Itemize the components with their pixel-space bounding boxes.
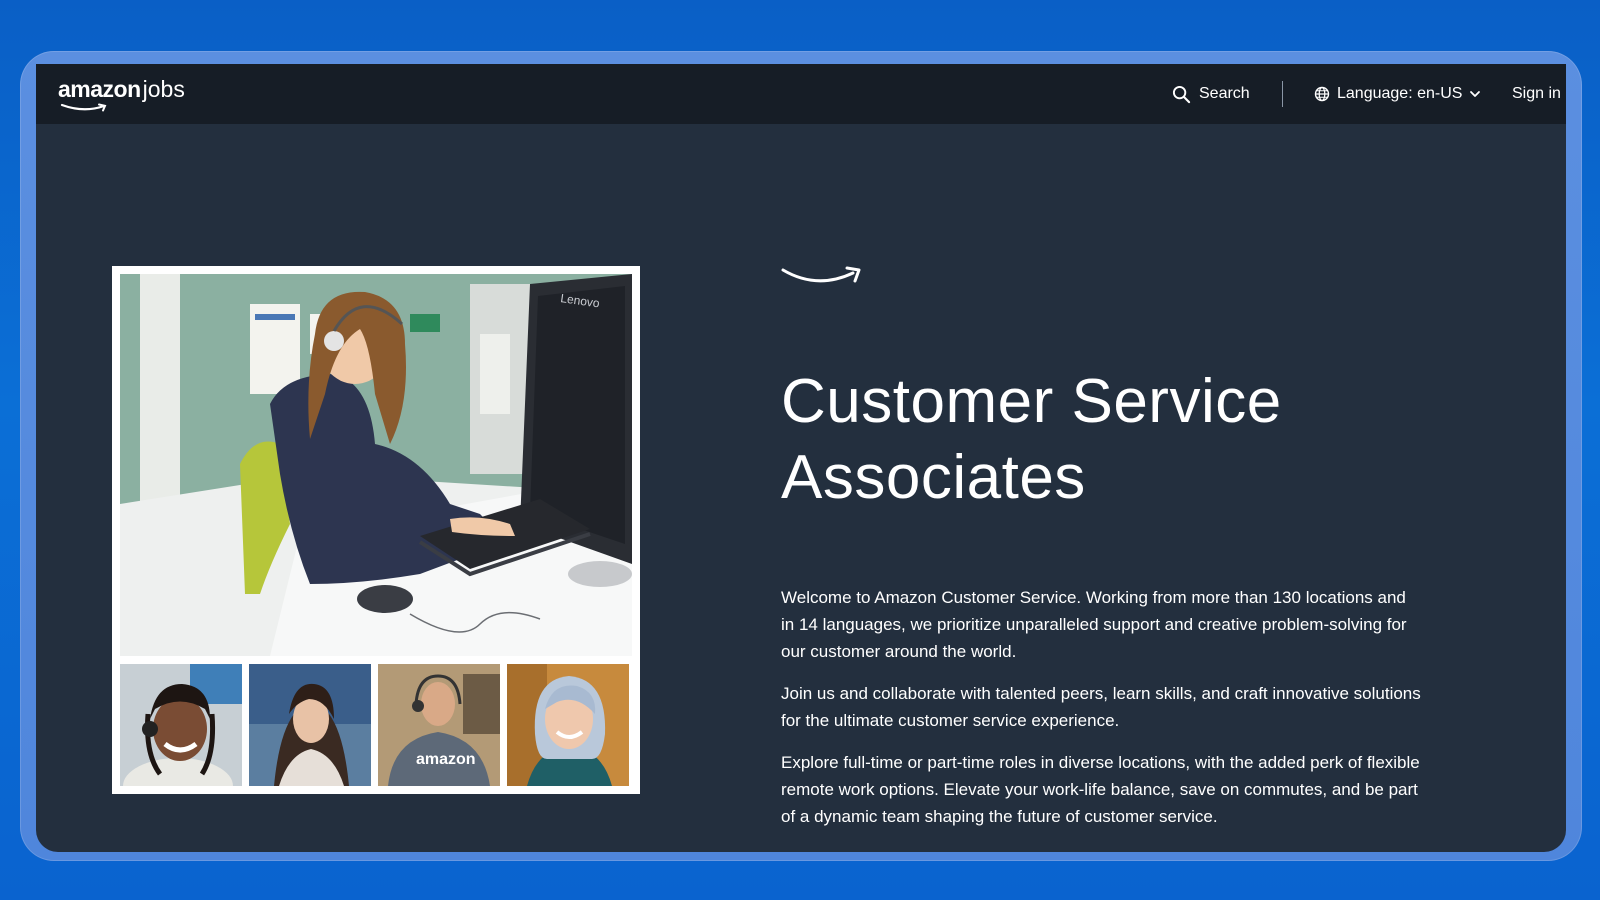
search-button[interactable]: Search [1172,80,1250,108]
associates-thumbnail-row: amazon [120,664,632,786]
page-title: Customer Service Associates [781,364,1421,516]
associate-hoodie-photo: amazon [378,664,500,786]
associates-photo-collage: Lenovo amazon [112,266,640,794]
associate-headset-photo [120,664,242,786]
globe-icon [1314,86,1330,102]
search-label: Search [1199,85,1250,102]
logo-smile-icon [60,103,107,112]
hoodie-text: amazon [416,751,476,768]
amazon-jobs-logo[interactable]: amazon jobs [58,76,185,112]
roles-paragraph: Explore full-time or part-time roles in … [781,753,1420,826]
browser-window: amazon jobs Search Language: en-US Sign … [36,64,1566,852]
language-selector[interactable]: Language: en-US [1314,80,1481,108]
chevron-down-icon [1470,91,1481,97]
logo-jobs-text: jobs [142,76,185,102]
sign-in-link[interactable]: Sign in [1512,80,1561,108]
language-label: Language: en-US [1337,85,1463,102]
amazon-smile-icon [781,266,861,283]
nav-divider [1282,81,1283,107]
page-title-line1: Customer Service [781,367,1282,436]
logo-amazon-text: amazon [58,76,141,102]
top-navigation-bar: amazon jobs Search Language: en-US Sign … [36,64,1566,124]
intro-paragraph: Welcome to Amazon Customer Service. Work… [781,588,1407,661]
associate-beach-photo [249,664,371,786]
search-icon [1172,85,1191,103]
associate-at-desk-photo: Lenovo [120,274,632,656]
sign-in-label: Sign in [1512,85,1561,102]
associate-smiling-photo [507,664,629,786]
collaborate-paragraph: Join us and collaborate with talented pe… [781,684,1421,730]
page-title-line2: Associates [781,443,1086,512]
